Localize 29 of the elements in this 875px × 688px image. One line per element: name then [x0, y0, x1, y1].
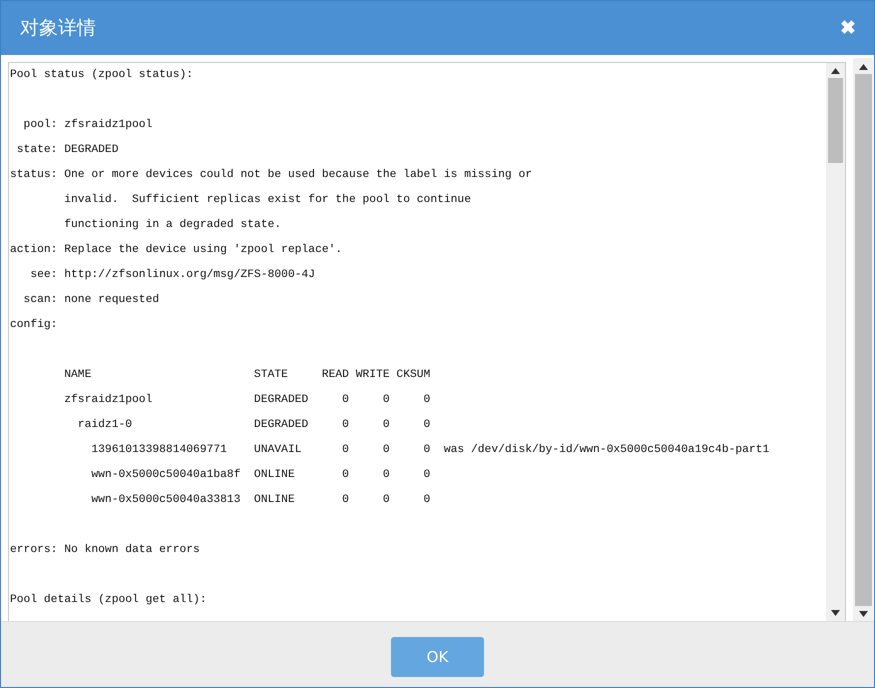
- window-title: 对象详情: [20, 16, 96, 41]
- output-line: raidz1-0 DEGRADED 0 0 0: [76, 418, 432, 433]
- outer-scrollbar[interactable]: [853, 58, 873, 621]
- output-line: wwn-0x5000c50040a33813 ONLINE 0 0 0: [90, 493, 432, 508]
- output-line: 13961013398814069771 UNAVAIL 0 0 0 was /dev/disk/by-id/wwn-0x5000c50040a19c4b-part1: [90, 442, 770, 458]
- output-line: see: http://zfsonlinux.org/msg/ZFS-8000-4J: [29, 268, 316, 283]
- output-line: wwn-0x5000c50040a1ba8f ONLINE 0 0 0: [90, 468, 432, 483]
- ok-button[interactable]: OK: [391, 636, 484, 676]
- output-line: Pool details (zpool get all):: [10, 592, 208, 608]
- scrollbar-thumb[interactable]: [828, 78, 843, 163]
- output-line: state: DEGRADED: [16, 143, 120, 158]
- scroll-down-icon[interactable]: [858, 611, 868, 617]
- output-line: action: Replace the device using 'zpool replace'.: [10, 242, 344, 258]
- output-line: status: One or more devices could not be used because the label is missing or: [10, 168, 534, 183]
- output-line: scan: none requested: [22, 292, 160, 308]
- scroll-up-icon[interactable]: [831, 68, 840, 74]
- inner-scrollbar[interactable]: [826, 63, 845, 621]
- output-line: functioning in a degraded state.: [63, 218, 282, 233]
- scroll-up-icon[interactable]: [858, 64, 868, 70]
- output-line: NAME STATE READ WRITE CKSUM: [63, 368, 432, 383]
- scrollbar-thumb[interactable]: [854, 74, 872, 606]
- close-button[interactable]: ✖: [840, 18, 856, 38]
- output-line: invalid. Sufficient replicas exist for the pool to continue: [63, 192, 472, 208]
- output-line: errors: No known data errors: [10, 542, 201, 558]
- output-line: config:: [10, 318, 58, 333]
- output-line: Pool status (zpool status):: [10, 68, 194, 83]
- output-line: zfsraidz1pool DEGRADED 0 0 0: [63, 392, 432, 408]
- output-line: pool: zfsraidz1pool: [22, 118, 154, 133]
- scroll-down-icon[interactable]: [831, 610, 840, 616]
